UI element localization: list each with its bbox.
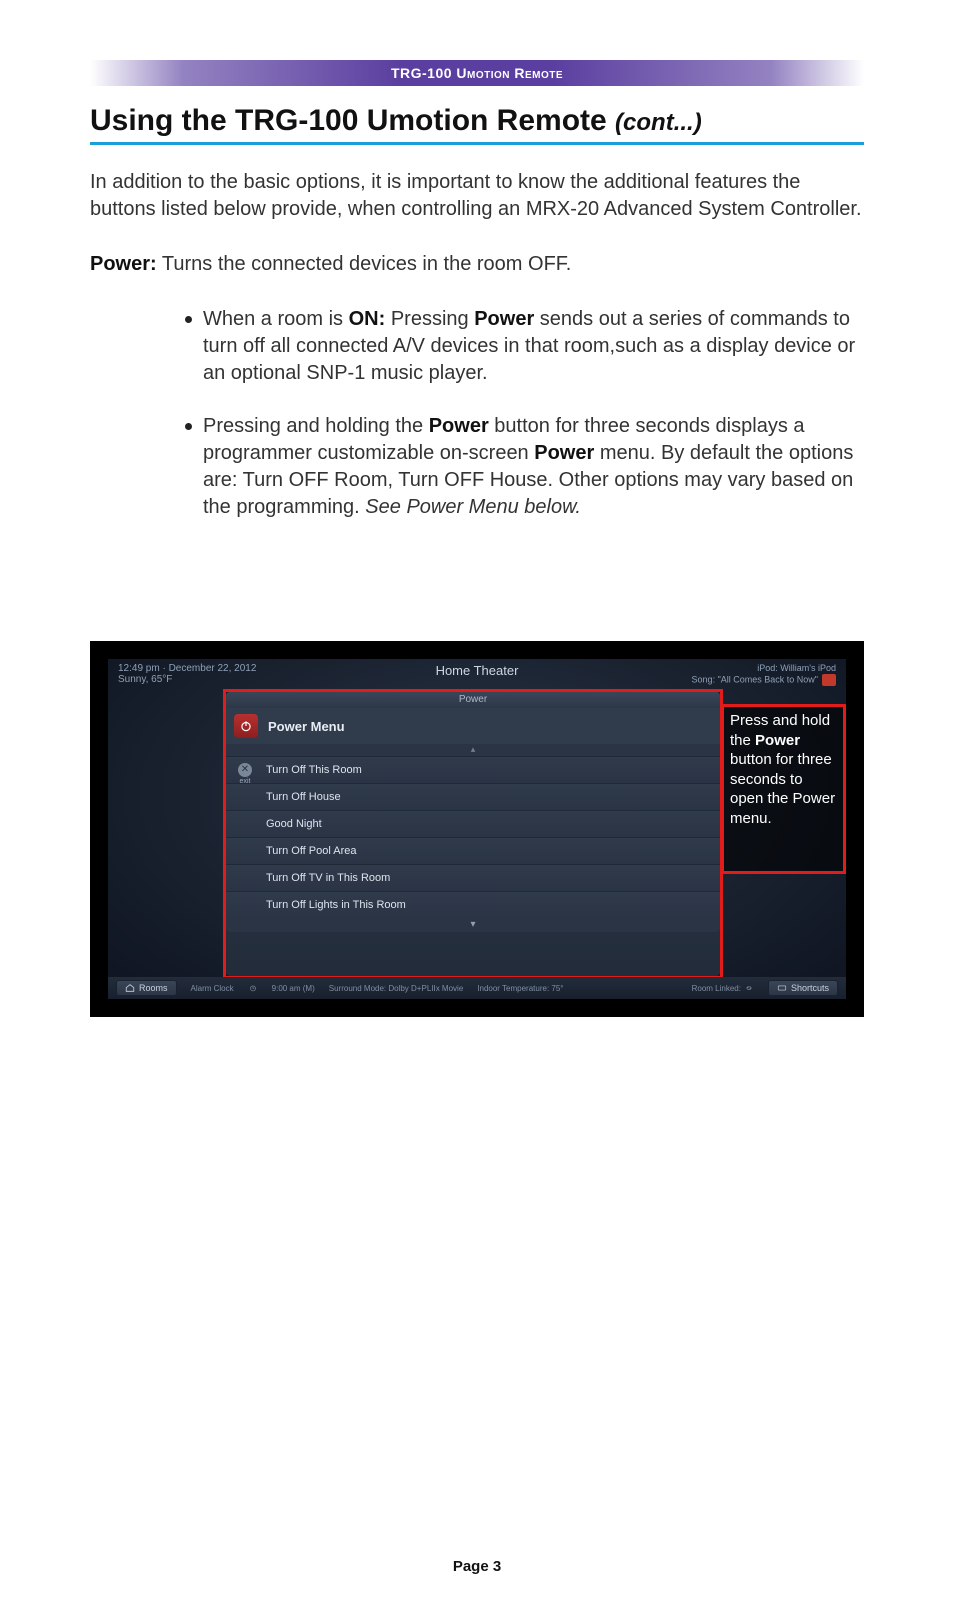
power-label: Power:: [90, 253, 157, 275]
page-number: Page 3: [0, 1558, 954, 1575]
b2-pre: Pressing and holding the: [203, 415, 429, 437]
b2-ital: See Power Menu below.: [365, 496, 581, 518]
screenshot-container: 12:49 pm · December 22, 2012 Sunny, 65°F…: [90, 641, 864, 1017]
screenshot-topbar: 12:49 pm · December 22, 2012 Sunny, 65°F…: [108, 659, 846, 688]
page-title: Using the TRG-100 Umotion Remote (cont..…: [90, 104, 864, 138]
alarm-label: Alarm Clock: [191, 984, 234, 993]
house-icon: [125, 983, 135, 993]
power-menu-screenshot: 12:49 pm · December 22, 2012 Sunny, 65°F…: [108, 659, 846, 999]
room-linked-label: Room Linked:: [692, 984, 741, 993]
title-cont: (cont...): [615, 109, 702, 136]
topbar-room-name: Home Theater: [108, 663, 846, 678]
b2-power2: Power: [534, 442, 594, 464]
callout-post: button for three seconds to open the Pow…: [730, 751, 835, 827]
bullet-2: Pressing and holding the Power button fo…: [185, 413, 864, 521]
header-band: TRG-100 Umotion Remote: [90, 60, 864, 86]
document-page: TRG-100 Umotion Remote Using the TRG-100…: [0, 0, 954, 1615]
keyboard-icon: [777, 983, 787, 993]
rooms-label: Rooms: [139, 983, 168, 993]
power-paragraph: Power: Turns the connected devices in th…: [90, 251, 864, 278]
surround-mode: Surround Mode: Dolby D+PLIIx Movie: [329, 984, 464, 993]
intro-paragraph: In addition to the basic options, it is …: [90, 169, 864, 223]
shortcuts-label: Shortcuts: [791, 983, 829, 993]
rooms-button[interactable]: Rooms: [116, 980, 177, 996]
screenshot-bottombar: Rooms Alarm Clock 9:00 am (M) Surround M…: [108, 977, 846, 999]
callout-bold: Power: [755, 732, 800, 749]
alarm-icon: [248, 983, 258, 993]
b1-mid: Pressing: [385, 308, 474, 330]
indoor-temp: Indoor Temperature: 75°: [477, 984, 563, 993]
alarm-time: 9:00 am (M): [272, 984, 315, 993]
link-icon: [744, 983, 754, 993]
highlight-menu-outline: [223, 689, 723, 979]
bullet-1: When a room is ON: Pressing Power sends …: [185, 306, 864, 387]
b2-power1: Power: [429, 415, 489, 437]
bullet-list: When a room is ON: Pressing Power sends …: [90, 306, 864, 521]
room-linked: Room Linked:: [692, 983, 754, 993]
shortcuts-button[interactable]: Shortcuts: [768, 980, 838, 996]
callout-box: Press and hold the Power button for thre…: [721, 704, 846, 874]
b1-power: Power: [474, 308, 534, 330]
b1-on: ON:: [349, 308, 386, 330]
title-main: Using the TRG-100 Umotion Remote: [90, 104, 615, 137]
b1-pre: When a room is: [203, 308, 349, 330]
title-rule: [90, 142, 864, 145]
power-desc: Turns the connected devices in the room …: [157, 253, 572, 275]
